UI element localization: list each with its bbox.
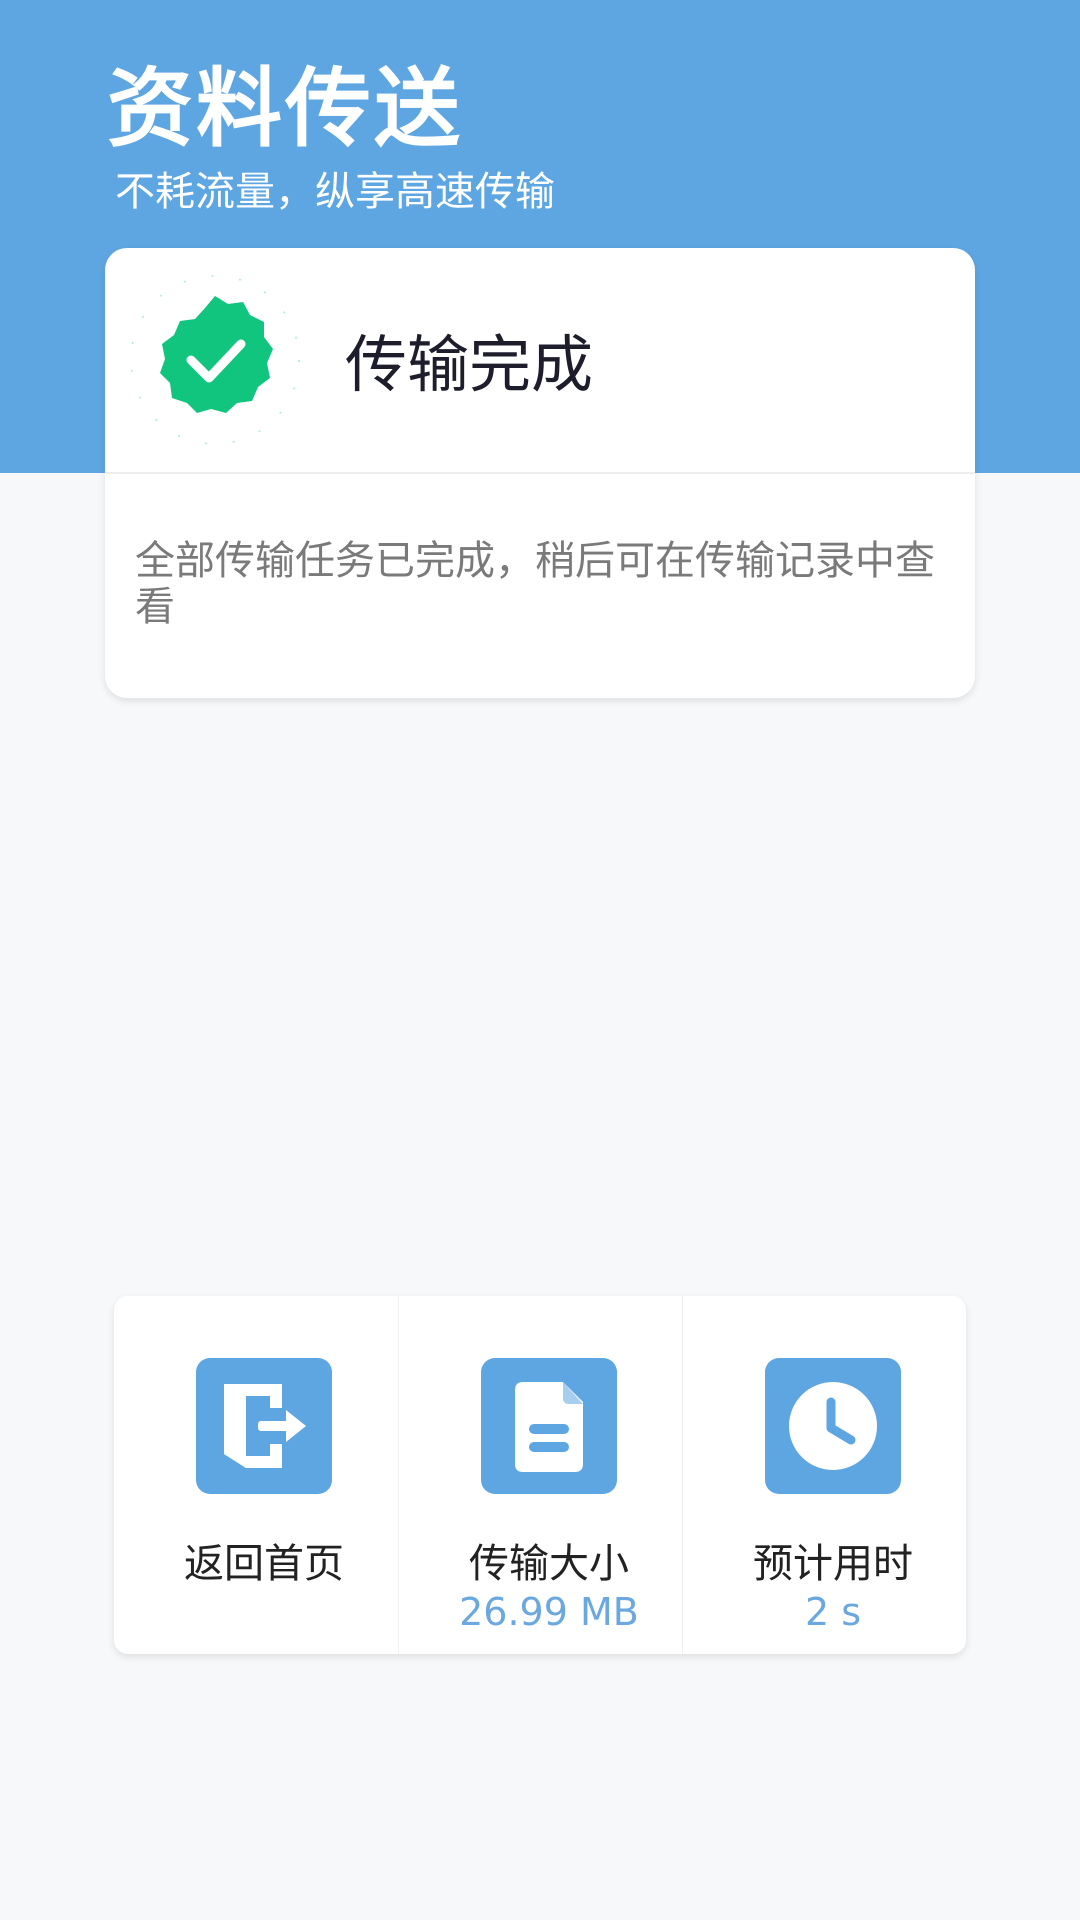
back-home-button[interactable]: 返回首页 — [114, 1296, 398, 1654]
document-icon — [481, 1358, 617, 1494]
status-title: 传输完成 — [345, 328, 594, 401]
estimated-time-value: 2 s — [804, 1590, 862, 1634]
transfer-summary-card: 返回首页 传输大小 26.99 MB 预计用时 2 s — [114, 1296, 966, 1654]
status-card: 传输完成 全部传输任务已完成，稍后可在传输记录中查看 — [105, 248, 975, 698]
transfer-size-label: 传输大小 — [469, 1541, 629, 1587]
back-home-label: 返回首页 — [184, 1541, 344, 1587]
status-description: 全部传输任务已完成，稍后可在传输记录中查看 — [135, 538, 935, 630]
transfer-size-item: 传输大小 26.99 MB — [398, 1296, 683, 1654]
status-card-header: 传输完成 — [105, 248, 975, 474]
exit-door-icon — [196, 1358, 332, 1494]
page-subtitle: 不耗流量，纵享高速传输 — [115, 169, 555, 215]
page-title: 资料传送 — [107, 59, 463, 159]
check-badge-icon — [130, 275, 300, 445]
estimated-time-label: 预计用时 — [753, 1541, 913, 1587]
clock-icon — [765, 1358, 901, 1494]
transfer-size-value: 26.99 MB — [459, 1590, 639, 1634]
estimated-time-item: 预计用时 2 s — [682, 1296, 967, 1654]
